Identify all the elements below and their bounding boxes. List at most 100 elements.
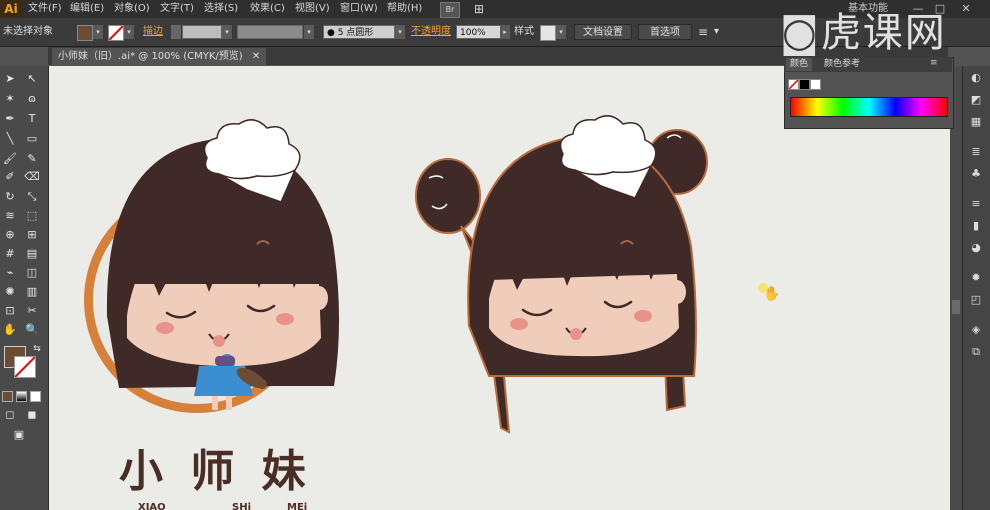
slice-tool-icon[interactable]: ✂ [23, 302, 41, 320]
hand-tool-icon[interactable]: ✋ [1, 321, 19, 339]
stroke-color-box[interactable] [14, 356, 36, 378]
menu-window[interactable]: 窗口(W) [340, 0, 378, 18]
variable-width-profile[interactable] [237, 25, 303, 39]
brush-definition-field[interactable]: ● 5 点圆形 [323, 25, 395, 39]
style-swatch[interactable] [540, 25, 556, 41]
pinyin-shi: SHi [232, 502, 251, 510]
mesh-tool-icon[interactable]: # [1, 245, 19, 263]
document-tab[interactable]: 小师妹（旧）.ai* @ 100% (CMYK/预览) ✕ [52, 48, 267, 65]
menu-view[interactable]: 视图(V) [295, 0, 330, 18]
fill-swatch[interactable] [77, 25, 93, 41]
layers-icon[interactable]: ◈ [968, 322, 984, 338]
shape-builder-tool-icon[interactable]: ⊕ [1, 226, 19, 244]
color-mode-icon[interactable] [2, 391, 13, 402]
tab-close-icon[interactable]: ✕ [252, 51, 260, 62]
line-tool-icon[interactable]: ╲ [1, 130, 19, 148]
menu-edit[interactable]: 编辑(E) [70, 0, 104, 18]
paintbrush-tool-icon[interactable]: 🖌 [1, 150, 19, 168]
stroke-weight-stepper[interactable] [171, 25, 181, 39]
menu-select[interactable]: 选择(S) [204, 0, 238, 18]
appearance-icon[interactable]: ✹ [968, 270, 984, 286]
draw-behind-icon[interactable]: ◼ [23, 406, 41, 424]
pen-tool-icon[interactable]: ✒ [1, 110, 19, 128]
watermark-tiger-icon: ◙ [780, 10, 821, 56]
transparency-icon[interactable]: ◕ [968, 240, 984, 256]
stroke-dropdown-icon[interactable]: ▾ [124, 25, 134, 39]
artwork: 小 师 妹 XIAO SHi MEi ✋ [84, 115, 780, 510]
eyedropper-tool-icon[interactable]: ⌁ [1, 264, 19, 282]
style-label: 样式 [514, 26, 534, 37]
color-panel-icon[interactable]: ◐ [968, 70, 984, 86]
gradient-panel-icon[interactable]: ▮ [968, 218, 984, 234]
color-guide-icon[interactable]: ◩ [968, 92, 984, 108]
selection-tool-icon[interactable]: ➤ [1, 70, 19, 88]
white-swatch[interactable] [810, 79, 821, 90]
tab-color[interactable]: 颜色 [786, 58, 813, 71]
rotate-tool-icon[interactable]: ↻ [1, 188, 19, 206]
opacity-label[interactable]: 不透明度 [411, 24, 451, 40]
stroke-label[interactable]: 描边 [143, 24, 163, 40]
perspective-grid-tool-icon[interactable]: ⊞ [23, 226, 41, 244]
stroke-swatch[interactable] [108, 25, 124, 41]
screen-mode-icon[interactable]: ▣ [10, 426, 28, 444]
stroke-weight-field[interactable] [182, 25, 222, 39]
black-swatch[interactable] [799, 79, 810, 90]
none-mode-icon[interactable] [30, 391, 41, 402]
color-spectrum[interactable] [790, 97, 948, 117]
gradient-tool-icon[interactable]: ▤ [23, 245, 41, 263]
graphic-styles-icon[interactable]: ◰ [968, 292, 984, 308]
brush-dot-icon: ● [327, 28, 338, 38]
character-variant [415, 115, 708, 434]
eraser-tool-icon[interactable]: ⌫ [23, 168, 41, 186]
scrollbar-thumb[interactable] [952, 300, 960, 314]
blend-tool-icon[interactable]: ◫ [23, 264, 41, 282]
menu-help[interactable]: 帮助(H) [387, 0, 422, 18]
swatches-icon[interactable]: ▦ [968, 114, 984, 130]
menu-effect[interactable]: 效果(C) [250, 0, 285, 18]
none-swatch-icon[interactable] [788, 79, 799, 90]
stroke-weight-dropdown-icon[interactable]: ▾ [222, 25, 232, 39]
vertical-scrollbar[interactable] [950, 66, 962, 510]
free-transform-tool-icon[interactable]: ⬚ [23, 207, 41, 225]
menu-object[interactable]: 对象(O) [114, 0, 150, 18]
right-dock [962, 66, 990, 510]
draw-normal-icon[interactable]: ◻ [1, 406, 19, 424]
control-menu-icon[interactable]: ▾ [714, 24, 719, 40]
brush-dropdown-icon[interactable]: ▾ [395, 25, 405, 39]
symbol-sprayer-tool-icon[interactable]: ✺ [1, 283, 19, 301]
direct-selection-tool-icon[interactable]: ↖ [23, 70, 41, 88]
artboards-icon[interactable]: ⧉ [968, 344, 984, 360]
menu-type[interactable]: 文字(T) [160, 0, 194, 18]
tab-color-guide[interactable]: 颜色参考 [820, 58, 864, 71]
magic-wand-tool-icon[interactable]: ✶ [1, 90, 19, 108]
lasso-tool-icon[interactable]: ɷ [23, 90, 41, 108]
menu-file[interactable]: 文件(F) [28, 0, 62, 18]
bridge-icon[interactable]: Br [440, 2, 460, 18]
zoom-tool-icon[interactable]: 🔍 [23, 321, 41, 339]
panel-menu-icon[interactable]: ≡ [930, 58, 938, 68]
fill-dropdown-icon[interactable]: ▾ [93, 25, 103, 39]
stroke-panel-icon[interactable]: ≡ [968, 196, 984, 212]
gradient-mode-icon[interactable] [16, 391, 27, 402]
artboard-canvas[interactable]: 小 师 妹 XIAO SHi MEi ✋ [49, 66, 950, 510]
warp-tool-icon[interactable]: ≋ [1, 207, 19, 225]
pencil-tool-icon[interactable]: ✎ [23, 150, 41, 168]
scale-tool-icon[interactable]: ⤡ [23, 188, 41, 206]
brushes-icon[interactable]: ≣ [968, 144, 984, 160]
align-options-icon[interactable]: ≡ [698, 24, 708, 40]
artboard-tool-icon[interactable]: ⊡ [1, 302, 19, 320]
watermark-logo: ◙虎课网 [780, 10, 947, 56]
symbols-icon[interactable]: ♣ [968, 166, 984, 182]
no-stroke-icon [14, 356, 36, 378]
graph-tool-icon[interactable]: ▥ [23, 283, 41, 301]
document-setup-button[interactable]: 文档设置 [574, 24, 632, 40]
opacity-dropdown-icon[interactable]: ▸ [500, 25, 510, 39]
arrange-documents-icon[interactable]: ⊞ [474, 0, 484, 18]
type-tool-icon[interactable]: T [23, 110, 41, 128]
profile-dropdown-icon[interactable]: ▾ [304, 25, 314, 39]
blob-brush-tool-icon[interactable]: ✐ [1, 168, 19, 186]
swap-fill-stroke-icon[interactable]: ⇆ [28, 340, 46, 358]
preferences-button[interactable]: 首选项 [638, 24, 692, 40]
rectangle-tool-icon[interactable]: ▭ [23, 130, 41, 148]
style-dropdown-icon[interactable]: ▾ [556, 25, 566, 39]
